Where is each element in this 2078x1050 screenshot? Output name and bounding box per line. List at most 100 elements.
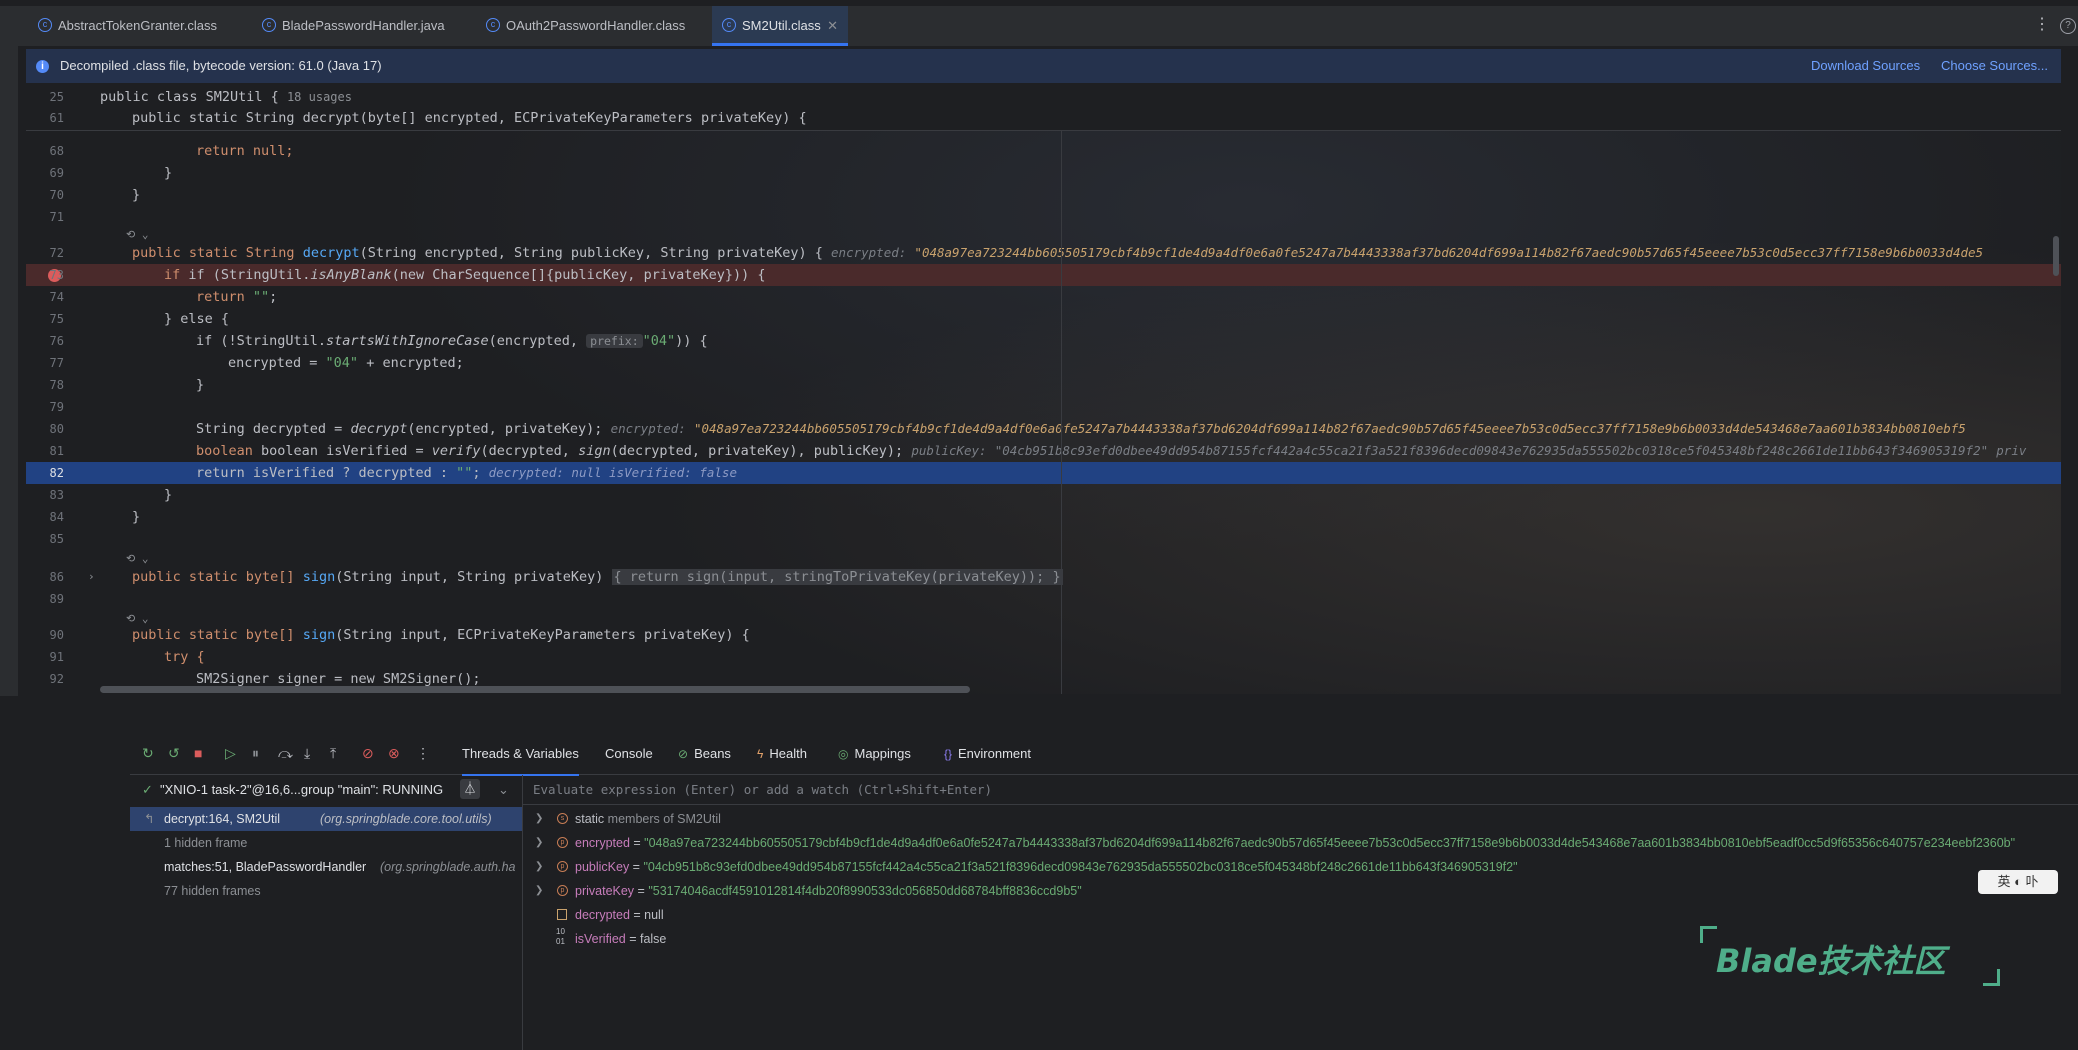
view-breakpoints-icon[interactable]: ⊘ [362,745,374,762]
tab-environment[interactable]: {} Environment [944,734,1031,774]
frame-item[interactable]: 1 hidden frame [130,831,522,855]
tab-health[interactable]: ϟ Health [757,734,807,774]
expand-chevron-icon[interactable]: ❯ [535,879,543,903]
code-line: } [132,509,141,525]
frame-package: (org.springblade.auth.ha [380,860,516,874]
code-line: } [164,487,173,503]
inline-hint: publicKey: [911,443,987,458]
tab-label: AbstractTokenGranter.class [58,18,217,33]
expand-chevron-icon[interactable]: › [88,566,95,588]
folded-code[interactable]: { return sign(input, stringToPrivateKey(… [611,569,1063,585]
evaluate-expression-input[interactable]: Evaluate expression (Enter) or add a wat… [523,775,2078,805]
frame-item[interactable]: matches:51, BladePasswordHandler (org.sp… [130,855,522,879]
code-line: encrypted = "04" + encrypted; [228,355,464,371]
line-number: 78 [49,378,64,392]
debug-toolbar: ↻ ↺ ■ ▷ ⏸ ⤼ ⤓ ⤒ ⊘ ⊗ ⋮ Threads & Variable… [130,734,2078,776]
watermark-text: Blade技术社区 [1716,942,1946,980]
expand-chevron-icon[interactable]: ❯ [535,831,543,855]
mute-breakpoints-icon[interactable]: ⊗ [388,745,400,762]
sticky-header: 25 public class SM2Util { 18 usages 61 p… [26,86,2061,131]
editor-tab-bar: c AbstractTokenGranter.class c BladePass… [0,6,2078,47]
line-number: 85 [49,532,64,546]
frame-method: 77 hidden frames [164,884,261,898]
fold-icon[interactable]: ⟲ ⌄ [126,552,148,565]
tab-label: Beans [694,746,731,761]
choose-sources-link[interactable]: Choose Sources... [1941,49,2048,83]
step-into-icon[interactable]: ⤓ [304,745,310,762]
code-line: if (!StringUtil.startsWithIgnoreCase(enc… [196,333,708,349]
inline-hint: priv [1996,443,2027,458]
code-line: public static byte[] sign(String input, … [132,569,1063,585]
line-number: 83 [49,488,64,502]
filter-icon[interactable]: ⏃ [460,779,480,799]
more-vertical-icon[interactable]: ⋮ [416,745,430,762]
chevron-down-icon[interactable]: ⌄ [498,775,509,805]
stop-icon[interactable]: ■ [194,745,202,761]
frame-item[interactable]: 77 hidden frames [130,879,522,903]
health-icon: ϟ [757,747,764,761]
inline-hint: decrypted: null isVerified: false [488,465,737,480]
tab-label: SM2Util.class [742,18,821,33]
tab-blade-password-handler[interactable]: c BladePasswordHandler.java [252,6,472,46]
beans-icon: ⊘ [678,747,689,761]
frame-package: (org.springblade.core.tool.utils) [320,812,492,826]
line-number: 25 [49,90,64,104]
line-number: 90 [49,628,64,642]
code-line: String decrypted = decrypt(encrypted, pr… [196,421,1966,437]
usages-hint[interactable]: 18 usages [287,90,352,104]
pause-icon[interactable]: ⏸ [252,745,259,762]
horizontal-scrollbar[interactable] [100,686,970,693]
line-number: 73 [49,268,64,282]
fold-icon[interactable]: ⟲ ⌄ [126,228,148,241]
line-number: 79 [49,400,64,414]
expand-chevron-icon[interactable]: ❯ [535,855,543,879]
tab-threads-variables[interactable]: Threads & Variables [462,734,579,776]
download-sources-link[interactable]: Download Sources [1811,49,1920,83]
frame-item[interactable]: ↰ decrypt:164, SM2Util (org.springblade.… [130,807,522,831]
parameter-icon: p [557,885,568,896]
code-line: } [196,377,205,393]
code-line: } [164,165,173,181]
class-icon: c [486,18,500,32]
resume-icon[interactable]: ▷ [225,745,236,762]
line-number: 68 [49,144,64,158]
input-method-badge[interactable]: 英 ◐ 卟 [1978,870,2058,894]
code-line: } [132,187,141,203]
code-line: public static String decrypt(String encr… [132,245,1984,261]
right-margin-guide [1061,130,1062,694]
mappings-icon: ◎ [838,747,849,761]
line-number: 81 [49,444,64,458]
close-icon[interactable]: ✕ [827,6,838,46]
code-editor[interactable]: 25 public class SM2Util { 18 usages 61 p… [26,86,2061,694]
step-out-icon[interactable]: ⤒ [330,745,336,762]
tab-sm2util[interactable]: c SM2Util.class ✕ [712,6,848,46]
code-line: try { [164,649,205,665]
debug-panel: ↻ ↺ ■ ▷ ⏸ ⤼ ⤓ ⤒ ⊘ ⊗ ⋮ Threads & Variable… [0,734,2078,1050]
help-icon[interactable]: ? [2060,18,2076,34]
line-number: 76 [49,334,64,348]
tab-label: Environment [958,746,1031,761]
expand-chevron-icon[interactable]: ❯ [535,807,543,831]
tab-label: BladePasswordHandler.java [282,18,445,33]
tab-label: Console [605,746,653,761]
rerun-icon[interactable]: ↻ [142,745,154,762]
step-over-icon[interactable]: ⤼ [278,745,293,762]
thread-label: "XNIO-1 task-2"@16,6...group "main": RUN… [160,782,444,797]
thread-selector[interactable]: ✓ "XNIO-1 task-2"@16,6...group "main": R… [130,775,522,805]
tab-beans[interactable]: ⊘ Beans [678,734,731,774]
line-number: 84 [49,510,64,524]
tab-mappings[interactable]: ◎ Mappings [838,734,911,774]
tab-abstract-token-granter[interactable]: c AbstractTokenGranter.class [28,6,248,46]
code-line: public class SM2Util { 18 usages [100,89,352,105]
tab-console[interactable]: Console [605,734,653,774]
class-icon: c [722,18,736,32]
primitive-icon: 10 01 [556,927,565,946]
code-line: public static String decrypt(byte[] encr… [132,110,807,126]
more-vertical-icon[interactable]: ⋮ [2034,14,2050,34]
code-line: return null; [196,143,294,159]
line-number: 80 [49,422,64,436]
tab-oauth2-password-handler[interactable]: c OAuth2PasswordHandler.class [476,6,706,46]
frame-method: matches:51, BladePasswordHandler [164,860,367,874]
vertical-scrollbar[interactable] [2053,236,2059,276]
restart-icon[interactable]: ↺ [168,745,180,762]
